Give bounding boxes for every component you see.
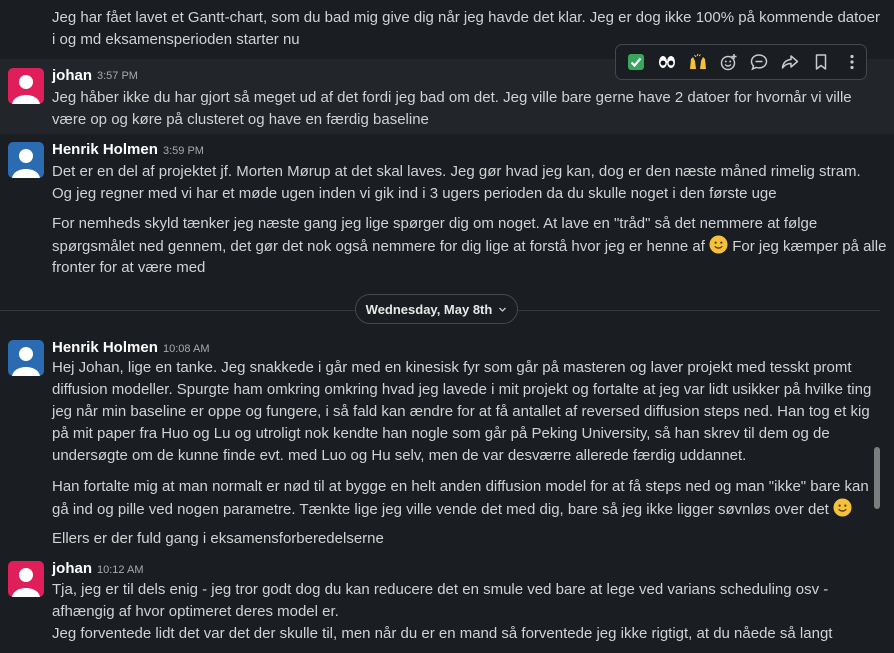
message-line: Jeg forventede lidt det var det der skul… — [52, 625, 833, 642]
message-line: Hej Johan, lige en tanke. Jeg snakkede i… — [52, 359, 852, 376]
message-line: være op og køre på clusteret og have en … — [52, 111, 429, 128]
message-line: Jeg håber ikke du har gjort så meget ud … — [52, 89, 852, 106]
date-divider-button[interactable]: Wednesday, May 8th — [355, 294, 518, 324]
raised-hands-emoji-button[interactable] — [684, 48, 713, 76]
author-name[interactable]: johan — [52, 560, 92, 577]
add-reaction-button[interactable] — [714, 48, 743, 76]
eyes-icon — [659, 56, 676, 68]
share-button[interactable] — [776, 48, 805, 76]
add-reaction-icon — [720, 54, 737, 71]
author-name[interactable]: johan — [52, 67, 92, 84]
more-actions-icon — [850, 54, 854, 70]
avatar-johan[interactable] — [8, 561, 44, 597]
timestamp[interactable]: 3:57 PM — [97, 70, 138, 82]
reply-in-thread-icon — [751, 54, 768, 71]
reply-in-thread-button[interactable] — [745, 48, 774, 76]
message-text: Tja, jeg er til dels enig - jeg tror god… — [52, 579, 862, 645]
message-text: Ellers er der fuld gang i eksamensforber… — [52, 528, 862, 550]
message-text-fragment: gå ind og pille ved nogen parametre. Tæn… — [52, 501, 829, 518]
message-line: diffusion modeller. Spurgte ham omkring … — [52, 381, 872, 398]
check-mark-emoji-button[interactable] — [622, 48, 651, 76]
chevron-down-icon — [499, 307, 507, 312]
message-line-with-emoji: gå ind og pille ved nogen parametre. Tæn… — [52, 498, 862, 520]
message-line: fronter for at være med — [52, 259, 206, 276]
more-actions-button[interactable] — [837, 48, 866, 76]
message-line: afhængig af hvor optimeret deres model e… — [52, 603, 339, 620]
message-line: Og jeg regner med vi har et møde ugen in… — [52, 185, 777, 202]
scrollbar-thumb[interactable] — [874, 447, 880, 509]
message-actions-toolbar — [615, 44, 867, 80]
message-text-fragment: spørgsmålet ned gennem, det gør det nok … — [52, 238, 705, 255]
message-line-with-emoji: spørgsmålet ned gennem, det gør det nok … — [52, 235, 886, 257]
message-text: For nemheds skyld tænker jeg næste gang … — [52, 213, 886, 279]
message-line: Han fortalte mig at man normalt er nød t… — [52, 478, 869, 495]
share-icon — [781, 55, 799, 69]
message-line: Det er en del af projektet jf. Morten Mø… — [52, 163, 861, 180]
slightly-smiling-face-emoji — [709, 235, 728, 254]
message-line: Ellers er der fuld gang i eksamensforber… — [52, 530, 384, 547]
avatar-johan[interactable] — [8, 68, 44, 104]
message-line: på mit paper fra Huo og Lu og utroligt n… — [52, 425, 830, 442]
author-name[interactable]: Henrik Holmen — [52, 339, 158, 356]
bookmark-icon — [815, 54, 827, 70]
message-text: Hej Johan, lige en tanke. Jeg snakkede i… — [52, 357, 872, 467]
avatar-henrik-holmen[interactable] — [8, 340, 44, 376]
slightly-smiling-face-emoji — [833, 498, 852, 517]
message-text-fragment: For jeg kæmper på alle — [732, 238, 887, 255]
message-text: Han fortalte mig at man normalt er nød t… — [52, 476, 869, 520]
save-for-later-button[interactable] — [807, 48, 836, 76]
message-text: Det er en del af projektet jf. Morten Mø… — [52, 161, 862, 205]
message-text: Jeg håber ikke du har gjort så meget ud … — [52, 87, 862, 131]
message-line: undersøgte om de kunne finde evt. med Lu… — [52, 447, 747, 464]
message-line: Jeg har fået lavet et Gantt-chart, som d… — [52, 9, 880, 26]
message-line: jeg når min baseline er oppe og fungere,… — [52, 403, 870, 420]
raised-hands-icon — [689, 53, 706, 69]
timestamp[interactable]: 3:59 PM — [163, 145, 204, 157]
timestamp[interactable]: 10:12 AM — [97, 564, 143, 576]
timestamp[interactable]: 10:08 AM — [163, 343, 209, 355]
eyes-emoji-button[interactable] — [653, 48, 682, 76]
avatar-henrik-holmen[interactable] — [8, 142, 44, 178]
message-line: Tja, jeg er til dels enig - jeg tror god… — [52, 581, 829, 598]
message-line: For nemheds skyld tænker jeg næste gang … — [52, 215, 818, 232]
check-mark-icon — [628, 54, 645, 70]
date-divider-label: Wednesday, May 8th — [365, 301, 493, 317]
author-name[interactable]: Henrik Holmen — [52, 141, 158, 158]
